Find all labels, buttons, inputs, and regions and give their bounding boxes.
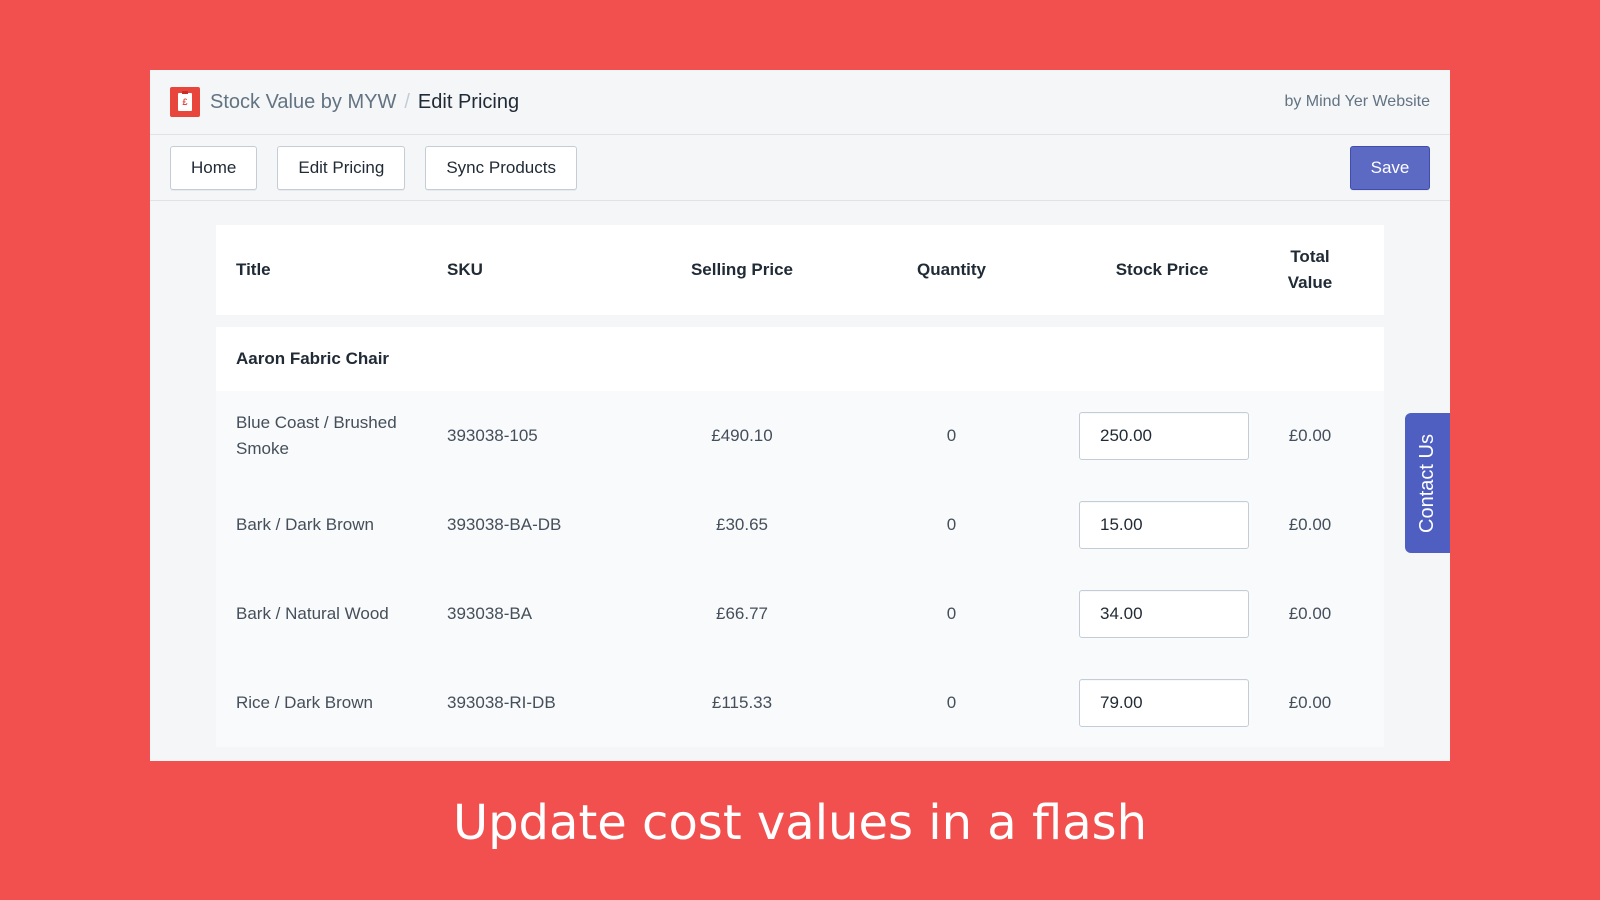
- sync-products-button[interactable]: Sync Products: [425, 145, 577, 190]
- total-value: £0.00: [1288, 514, 1332, 534]
- selling-price: £115.33: [711, 692, 773, 712]
- column-header-stock-price: Stock Price: [1115, 260, 1209, 279]
- table-row: Bark / Natural Wood 393038-BA £66.77 0 £…: [216, 569, 1384, 658]
- stock-price-input[interactable]: [1079, 589, 1249, 638]
- product-group-title: Aaron Fabric Chair: [216, 327, 1384, 391]
- contact-us-label: Contact Us: [1416, 433, 1438, 533]
- quantity: 0: [946, 425, 957, 445]
- app-logo-icon: £: [170, 87, 200, 117]
- table-row: Bark / Dark Brown 393038-BA-DB £30.65 0 …: [216, 480, 1384, 569]
- stock-price-input[interactable]: [1079, 500, 1249, 549]
- total-value: £0.00: [1288, 425, 1332, 445]
- app-header: £ Stock Value by MYW / Edit Pricing by M…: [150, 70, 1450, 135]
- column-header-title: Title: [236, 260, 271, 279]
- variant-sku: 393038-105: [447, 425, 538, 445]
- variant-title: Rice / Dark Brown: [236, 692, 373, 712]
- column-header-total-value: Total Value: [1287, 247, 1333, 292]
- stock-price-input[interactable]: [1079, 411, 1249, 460]
- column-header-selling-price: Selling Price: [690, 260, 794, 279]
- selling-price: £490.10: [711, 425, 773, 445]
- pricing-table: Title SKU Selling Price Quantity Stock P…: [216, 225, 1384, 747]
- contact-us-tab[interactable]: Contact Us: [1405, 413, 1450, 553]
- variant-sku: 393038-RI-DB: [447, 692, 556, 712]
- quantity: 0: [946, 603, 957, 623]
- toolbar: Home Edit Pricing Sync Products Save: [150, 135, 1450, 201]
- variant-title: Blue Coast / Brushed Smoke: [236, 412, 397, 458]
- column-header-sku: SKU: [447, 260, 483, 279]
- breadcrumb-app-name[interactable]: Stock Value by MYW: [210, 91, 396, 114]
- total-value: £0.00: [1288, 603, 1332, 623]
- save-button[interactable]: Save: [1350, 145, 1430, 190]
- breadcrumb-separator: /: [404, 90, 410, 113]
- byline: by Mind Yer Website: [1284, 93, 1430, 110]
- home-button[interactable]: Home: [170, 145, 258, 190]
- column-header-quantity: Quantity: [917, 260, 986, 279]
- quantity: 0: [946, 514, 957, 534]
- selling-price: £30.65: [716, 514, 768, 534]
- breadcrumb-page-title: Edit Pricing: [417, 90, 520, 113]
- stock-price-input[interactable]: [1079, 678, 1249, 727]
- promo-caption: Update cost values in a flash: [452, 795, 1148, 851]
- table-header: Title SKU Selling Price Quantity Stock P…: [216, 225, 1384, 315]
- edit-pricing-button[interactable]: Edit Pricing: [277, 145, 406, 190]
- quantity: 0: [946, 692, 957, 712]
- table-row: Rice / Dark Brown 393038-RI-DB £115.33 0…: [216, 658, 1384, 747]
- selling-price: £66.77: [716, 603, 768, 623]
- app-window: £ Stock Value by MYW / Edit Pricing by M…: [150, 70, 1450, 761]
- variant-title: Bark / Natural Wood: [236, 603, 389, 623]
- variant-title: Bark / Dark Brown: [236, 514, 374, 534]
- table-row: Blue Coast / Brushed Smoke 393038-105 £4…: [216, 391, 1384, 480]
- variant-sku: 393038-BA-DB: [447, 514, 562, 534]
- total-value: £0.00: [1288, 692, 1332, 712]
- variant-sku: 393038-BA: [447, 603, 533, 623]
